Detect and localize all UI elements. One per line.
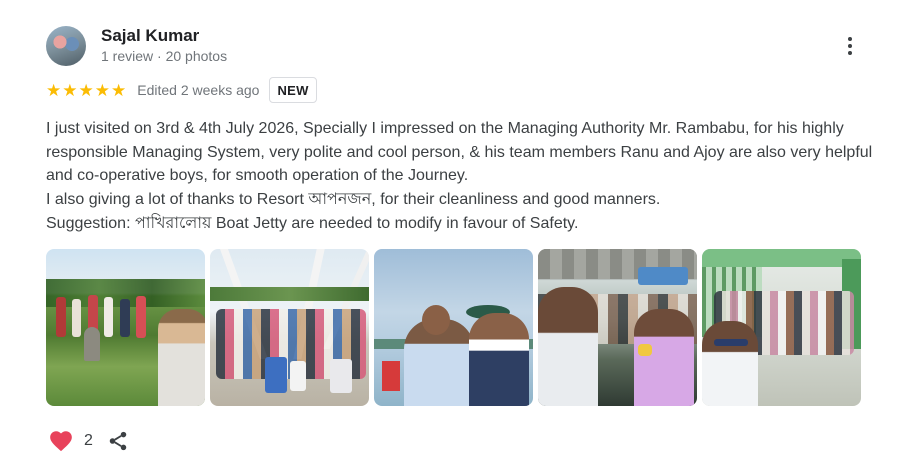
photo-couple-selfie[interactable] (374, 249, 533, 406)
new-badge: NEW (269, 77, 317, 103)
more-options-button[interactable] (838, 34, 862, 58)
star-icon: ★ (62, 80, 78, 100)
photo-strip (46, 249, 861, 406)
photo-boat-selfie[interactable] (538, 249, 697, 406)
more-vert-icon (848, 37, 852, 41)
reviewer-meta: 1 review · 20 photos (101, 48, 228, 64)
photo-jetty-group[interactable] (702, 249, 861, 406)
review-paragraph: I just visited on 3rd & 4th July 2026, S… (46, 120, 873, 185)
edited-time: Edited 2 weeks ago (137, 82, 260, 98)
share-icon[interactable] (107, 430, 129, 452)
more-vert-dot (848, 51, 852, 55)
star-icon: ★ (46, 80, 62, 100)
reviewer-avatar[interactable] (46, 26, 86, 66)
more-vert-dot (848, 44, 852, 48)
star-rating: ★ ★ ★ ★ ★ (46, 82, 126, 99)
review-actions: 2 (48, 428, 129, 454)
star-icon: ★ (111, 80, 127, 100)
star-icon: ★ (94, 80, 110, 100)
photo-tower-group[interactable] (210, 249, 369, 406)
like-count: 2 (84, 432, 93, 449)
review-paragraph: Suggestion: পাখিরালোয় Boat Jetty are ne… (46, 214, 579, 232)
reviewer-name[interactable]: Sajal Kumar (101, 26, 199, 46)
star-icon: ★ (78, 80, 94, 100)
photo-garden-group[interactable] (46, 249, 205, 406)
review-text: I just visited on 3rd & 4th July 2026, S… (46, 117, 896, 236)
rating-row: ★ ★ ★ ★ ★ Edited 2 weeks ago NEW (46, 77, 317, 103)
heart-icon[interactable] (48, 428, 74, 454)
review-paragraph: I also giving a lot of thanks to Resort … (46, 191, 661, 209)
